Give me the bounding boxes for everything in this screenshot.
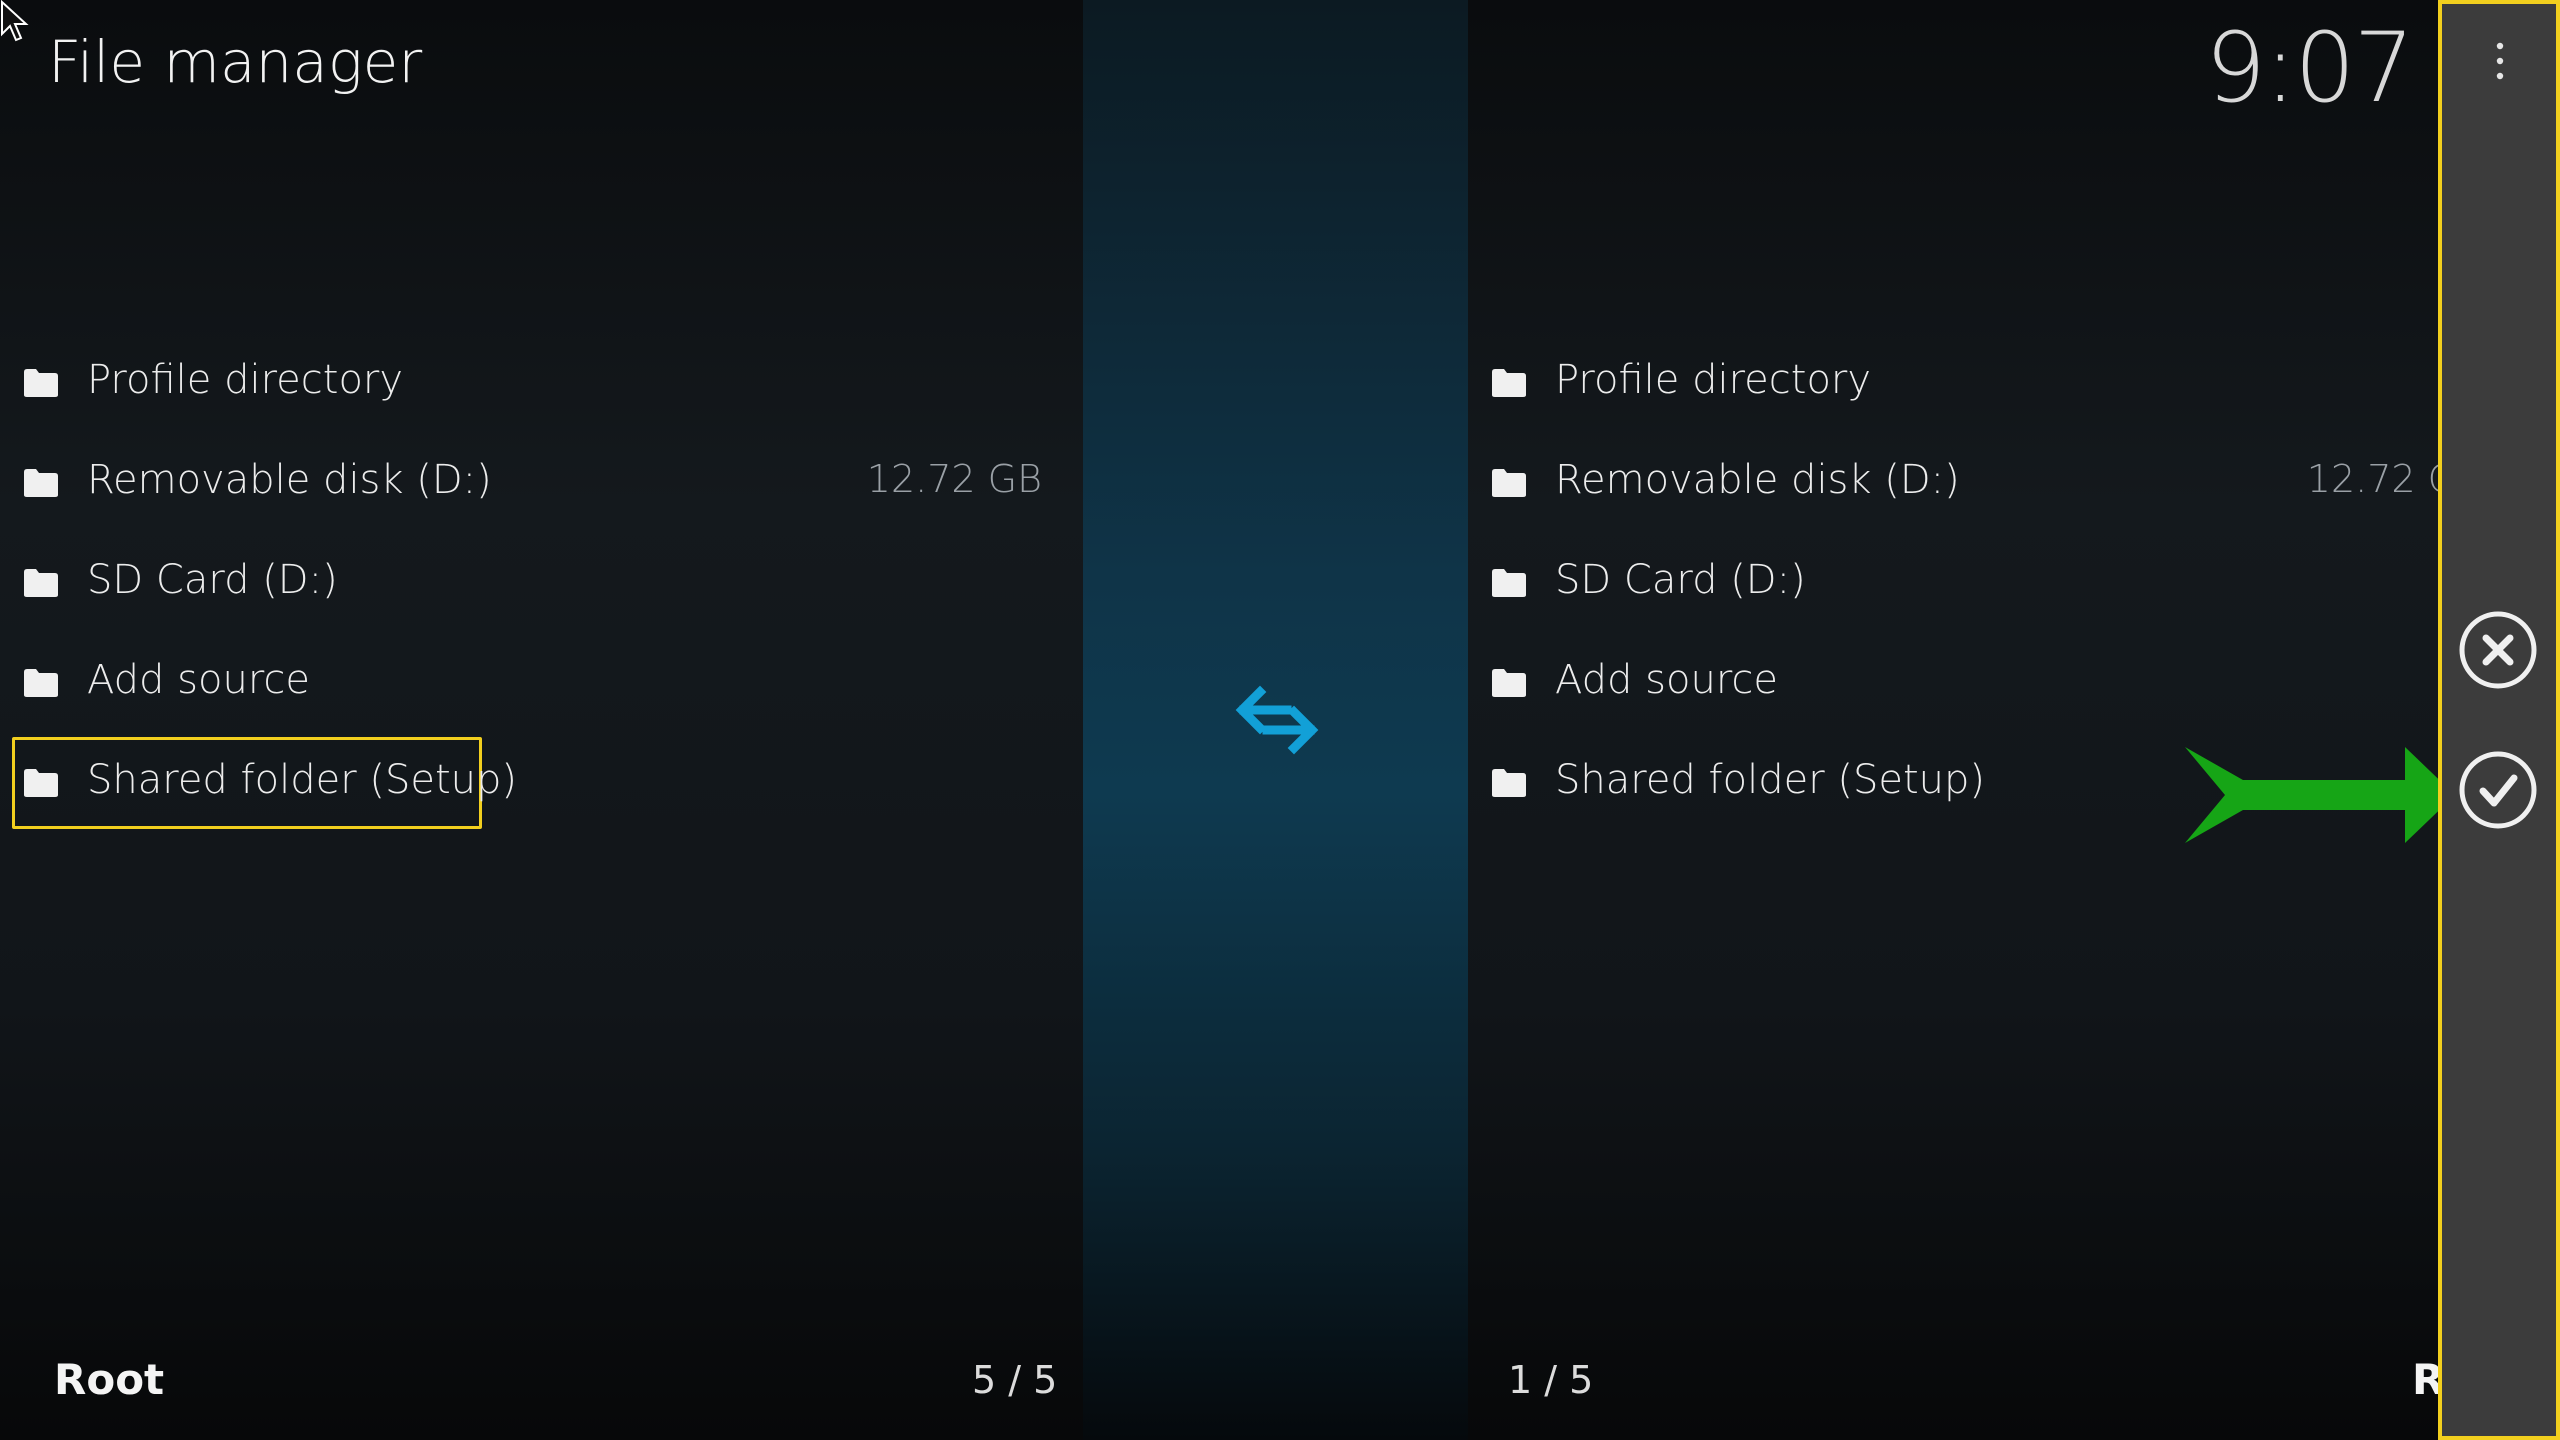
- folder-icon: [1492, 769, 1526, 797]
- item-label: SD Card (D:): [1555, 557, 1806, 603]
- close-circle-icon[interactable]: [2458, 610, 2538, 690]
- green-arrow-icon: [2185, 747, 2455, 843]
- list-item[interactable]: SD Card (D:): [1480, 535, 2442, 635]
- item-label: Shared folder (Setup): [87, 757, 517, 803]
- item-label: Profile directory: [87, 357, 404, 403]
- folder-icon: [1492, 469, 1526, 497]
- folder-icon: [24, 469, 58, 497]
- list-item[interactable]: Removable disk (D:) 12.72 GB: [1480, 435, 2442, 535]
- item-label: Add source: [87, 657, 310, 703]
- list-item-focused[interactable]: Shared folder (Setup): [12, 735, 1052, 835]
- check-circle-icon[interactable]: [2458, 750, 2538, 830]
- item-label: Add source: [1555, 657, 1778, 703]
- item-label: Shared folder (Setup): [1555, 757, 1985, 803]
- list-item[interactable]: SD Card (D:): [12, 535, 1052, 635]
- item-label: Removable disk (D:): [1555, 457, 1960, 503]
- list-item[interactable]: Add source: [12, 635, 1052, 735]
- left-item-count: 5 / 5: [972, 1358, 1058, 1402]
- left-path-label: Root: [54, 1355, 165, 1404]
- vertical-dots-icon[interactable]: [2480, 36, 2520, 86]
- mouse-pointer-icon: [1, 0, 29, 42]
- right-item-count: 1 / 5: [1508, 1358, 1594, 1402]
- folder-icon: [24, 369, 58, 397]
- item-label: Profile directory: [1555, 357, 1872, 403]
- item-size: 12.72 GB: [2306, 457, 2442, 501]
- folder-icon: [24, 769, 58, 797]
- folder-icon: [1492, 369, 1526, 397]
- item-label: SD Card (D:): [87, 557, 338, 603]
- clock: 9:07 PM: [2205, 12, 2441, 124]
- page-title: File manager: [48, 28, 423, 96]
- item-label: Removable disk (D:): [87, 457, 492, 503]
- item-size: 12.72 GB: [866, 457, 1042, 501]
- folder-icon: [1492, 569, 1526, 597]
- folder-icon: [1492, 669, 1526, 697]
- list-item[interactable]: Profile directory: [1480, 335, 2442, 435]
- side-slide-panel: [2438, 0, 2560, 1440]
- list-item[interactable]: Add source: [1480, 635, 2442, 735]
- folder-icon: [24, 669, 58, 697]
- folder-icon: [24, 569, 58, 597]
- left-pane-list: Profile directory Removable disk (D:) 12…: [12, 335, 1052, 835]
- swap-arrows-icon[interactable]: [1232, 680, 1322, 760]
- list-item[interactable]: Profile directory: [12, 335, 1052, 435]
- list-item[interactable]: Removable disk (D:) 12.72 GB: [12, 435, 1052, 535]
